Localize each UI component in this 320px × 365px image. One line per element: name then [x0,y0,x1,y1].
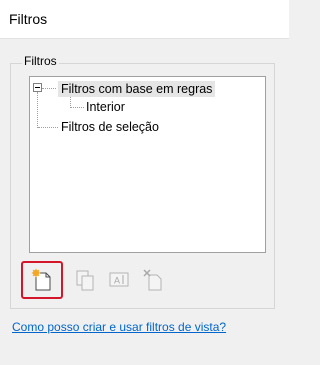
tree-node-rule-based-filters[interactable]: Filtros com base em regras [58,81,216,97]
tree-node-label: Filtros com base em regras [61,82,213,96]
tree-node-selection-filters[interactable]: Filtros de seleção [61,119,159,135]
tree-connector [38,127,58,128]
duplicate-icon [76,270,94,291]
tree-connector [37,92,38,128]
tree-collapse-icon[interactable] [33,83,42,92]
rename-button[interactable]: A [104,265,134,295]
window-title: Filtros [9,11,48,27]
new-filter-button[interactable] [21,261,63,299]
tree-node-interior[interactable]: Interior [86,99,125,115]
title-bar: Filtros [0,0,289,39]
filters-tree[interactable]: Filtros com base em regras Interior Filt… [29,76,266,253]
delete-button[interactable] [138,265,168,295]
tree-node-label: Interior [86,100,125,114]
new-filter-icon [31,268,51,291]
delete-icon [143,269,162,291]
help-link[interactable]: Como posso criar e usar filtros de vista… [12,320,226,334]
tree-node-label: Filtros de seleção [61,120,159,134]
duplicate-button[interactable] [70,265,100,295]
svg-text:A: A [114,276,120,286]
tree-connector [42,88,56,89]
rename-icon: A [109,272,129,287]
tree-connector [70,107,84,108]
filters-group-label: Filtros [22,54,59,68]
